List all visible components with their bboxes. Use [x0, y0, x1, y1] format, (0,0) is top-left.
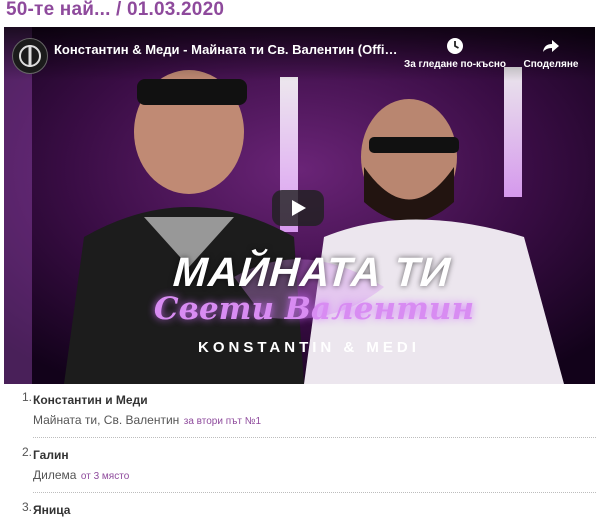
play-button[interactable]: [272, 190, 324, 226]
page-title: 50-те най... / 01.03.2020: [6, 0, 225, 20]
channel-logo-icon: [19, 45, 41, 67]
video-player[interactable]: Константин & Меди - Майната ти Св. Вален…: [4, 27, 595, 384]
channel-avatar[interactable]: [12, 38, 48, 74]
watch-later-button[interactable]: За гледане по-късно: [400, 37, 510, 70]
artwork-artists: KONSTANTIN & MEDI: [198, 339, 420, 356]
share-button[interactable]: Споделяне: [518, 37, 584, 70]
chart-note: от 3 място: [80, 471, 130, 482]
artist-name: Яница: [33, 503, 71, 517]
list-item: 3. Яница: [22, 500, 596, 520]
chart-list: 1. Константин и Меди Майната ти, Св. Вал…: [22, 390, 596, 520]
artist-name: Галин: [33, 448, 69, 462]
rank-number: 2.: [22, 445, 33, 459]
artwork-subtitle: Свети Валентин: [153, 291, 475, 327]
chart-note: за втори път №1: [183, 416, 262, 427]
song-line: Майната ти, Св. Валентин за втори път №1: [22, 410, 596, 432]
divider: [33, 492, 596, 493]
video-title[interactable]: Константин & Меди - Майната ти Св. Вален…: [54, 42, 399, 57]
share-arrow-icon: [543, 40, 559, 52]
list-item: 1. Константин и Меди Майната ти, Св. Вал…: [22, 390, 596, 438]
rank-number: 3.: [22, 500, 33, 514]
artwork-title: МАЙНАТА ТИ: [171, 249, 453, 295]
song-title: Дилема: [33, 468, 77, 482]
watch-later-label: За гледане по-късно: [403, 59, 507, 70]
play-icon: [292, 200, 306, 216]
divider: [33, 437, 596, 438]
list-item: 2. Галин Дилема от 3 място: [22, 445, 596, 493]
share-label: Споделяне: [523, 59, 579, 70]
rank-number: 1.: [22, 390, 33, 404]
artist-name: Константин и Меди: [33, 393, 148, 407]
song-title: Майната ти, Св. Валентин: [33, 413, 180, 427]
song-line: Дилема от 3 място: [22, 465, 596, 487]
clock-icon: [447, 38, 463, 54]
